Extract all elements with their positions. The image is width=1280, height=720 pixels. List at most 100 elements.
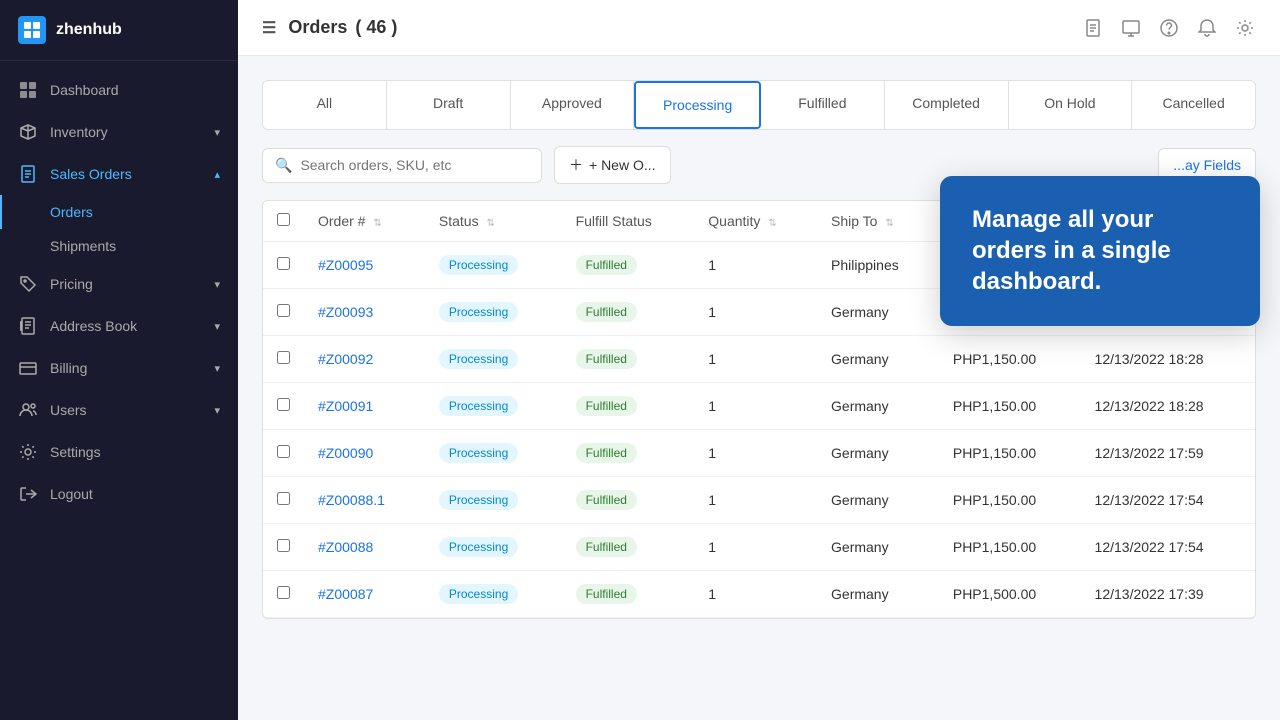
status-badge-0: Processing [439, 255, 518, 275]
status-badge-1: Processing [439, 302, 518, 322]
col-quantity[interactable]: Quantity ⇅ [694, 201, 817, 242]
help-icon[interactable] [1158, 17, 1180, 39]
row-checkbox-1[interactable] [277, 304, 290, 317]
sidebar-item-users[interactable]: Users ▾ [0, 389, 238, 431]
sidebar-label-pricing: Pricing [50, 276, 93, 292]
cell-qty-2: 1 [694, 336, 817, 383]
cell-fulfill-2: Fulfilled [562, 336, 695, 383]
sidebar-item-inventory[interactable]: Inventory ▾ [0, 111, 238, 153]
chevron-down-icon-billing: ▾ [214, 362, 220, 375]
col-order-num[interactable]: Order # ⇅ [304, 201, 425, 242]
search-icon: 🔍 [275, 157, 292, 174]
cell-price-4: PHP1,150.00 [939, 430, 1081, 477]
row-checkbox-7[interactable] [277, 586, 290, 599]
sidebar-item-dashboard[interactable]: Dashboard [0, 69, 238, 111]
cell-created-3: 12/13/2022 18:28 [1081, 383, 1255, 430]
order-link-4[interactable]: #Z00090 [318, 445, 373, 461]
box-icon [18, 122, 38, 142]
col-status[interactable]: Status ⇅ [425, 201, 562, 242]
tab-on-hold[interactable]: On Hold [1009, 81, 1133, 129]
document-icon[interactable] [1082, 17, 1104, 39]
page-title-area: ☰ Orders ( 46 ) [262, 17, 397, 38]
order-count-badge: ( 46 ) [355, 17, 397, 38]
table-row: #Z00091 Processing Fulfilled 1 Germany P… [263, 383, 1255, 430]
order-link-5[interactable]: #Z00088.1 [318, 492, 385, 508]
row-checkbox-2[interactable] [277, 351, 290, 364]
cell-created-4: 12/13/2022 17:59 [1081, 430, 1255, 477]
cell-status-2: Processing [425, 336, 562, 383]
cell-fulfill-5: Fulfilled [562, 477, 695, 524]
tab-approved[interactable]: Approved [511, 81, 635, 129]
fulfill-badge-1: Fulfilled [576, 302, 637, 322]
cell-order-num-0: #Z00095 [304, 242, 425, 289]
cell-price-3: PHP1,150.00 [939, 383, 1081, 430]
row-checkbox-cell-5 [263, 477, 304, 524]
gear-icon[interactable] [1234, 17, 1256, 39]
select-all-checkbox[interactable] [277, 213, 290, 226]
order-link-0[interactable]: #Z00095 [318, 257, 373, 273]
status-badge-5: Processing [439, 490, 518, 510]
sidebar-label-inventory: Inventory [50, 124, 108, 140]
tag-icon [18, 274, 38, 294]
fulfill-badge-3: Fulfilled [576, 396, 637, 416]
cell-qty-1: 1 [694, 289, 817, 336]
order-link-2[interactable]: #Z00092 [318, 351, 373, 367]
chevron-down-icon-pricing: ▾ [214, 278, 220, 291]
tab-cancelled[interactable]: Cancelled [1132, 81, 1255, 129]
sort-icon-status: ⇅ [486, 218, 494, 229]
row-checkbox-3[interactable] [277, 398, 290, 411]
order-link-7[interactable]: #Z00087 [318, 586, 373, 602]
grid-icon [18, 80, 38, 100]
main-content: ☰ Orders ( 46 ) [238, 0, 1280, 720]
logo[interactable]: zhenhub [0, 0, 238, 61]
plus-icon: ＋ [569, 155, 583, 175]
tab-draft[interactable]: Draft [387, 81, 511, 129]
table-row: #Z00088.1 Processing Fulfilled 1 Germany… [263, 477, 1255, 524]
cell-ship-6: Germany [817, 524, 939, 571]
screen-icon[interactable] [1120, 17, 1142, 39]
sidebar-label-users: Users [50, 402, 87, 418]
order-link-1[interactable]: #Z00093 [318, 304, 373, 320]
row-checkbox-4[interactable] [277, 445, 290, 458]
sidebar-item-logout[interactable]: Logout [0, 473, 238, 515]
tab-completed[interactable]: Completed [885, 81, 1009, 129]
col-ship-to[interactable]: Ship To ⇅ [817, 201, 939, 242]
sidebar-item-orders[interactable]: Orders [0, 195, 238, 229]
tab-fulfilled[interactable]: Fulfilled [761, 81, 885, 129]
sidebar-item-pricing[interactable]: Pricing ▾ [0, 263, 238, 305]
status-badge-3: Processing [439, 396, 518, 416]
tab-processing[interactable]: Processing [634, 81, 761, 129]
chevron-down-icon: ▾ [214, 126, 220, 139]
chevron-down-icon-address: ▾ [214, 320, 220, 333]
notification-icon[interactable] [1196, 17, 1218, 39]
sidebar-item-address-book[interactable]: Address Book ▾ [0, 305, 238, 347]
sidebar-item-shipments[interactable]: Shipments [0, 229, 238, 263]
cell-qty-0: 1 [694, 242, 817, 289]
fulfill-badge-6: Fulfilled [576, 537, 637, 557]
row-checkbox-cell-6 [263, 524, 304, 571]
row-checkbox-5[interactable] [277, 492, 290, 505]
order-link-6[interactable]: #Z00088 [318, 539, 373, 555]
sidebar-item-settings[interactable]: Settings [0, 431, 238, 473]
chevron-down-icon-users: ▾ [214, 404, 220, 417]
row-checkbox-6[interactable] [277, 539, 290, 552]
row-checkbox-0[interactable] [277, 257, 290, 270]
sidebar-label-address-book: Address Book [50, 318, 137, 334]
credit-icon [18, 358, 38, 378]
search-container: 🔍 [262, 148, 542, 183]
row-checkbox-cell-0 [263, 242, 304, 289]
search-input[interactable] [300, 157, 529, 173]
fulfill-badge-0: Fulfilled [576, 255, 637, 275]
sidebar-item-billing[interactable]: Billing ▾ [0, 347, 238, 389]
order-link-3[interactable]: #Z00091 [318, 398, 373, 414]
fulfill-badge-5: Fulfilled [576, 490, 637, 510]
cell-status-5: Processing [425, 477, 562, 524]
tab-all[interactable]: All [263, 81, 387, 129]
sidebar-label-shipments: Shipments [50, 238, 116, 254]
new-order-button[interactable]: ＋ + New O... [554, 146, 671, 184]
status-badge-7: Processing [439, 584, 518, 604]
sidebar-item-sales-orders[interactable]: Sales Orders ▴ [0, 153, 238, 195]
table-row: #Z00087 Processing Fulfilled 1 Germany P… [263, 571, 1255, 618]
topbar-actions [1082, 17, 1256, 39]
cell-order-num-7: #Z00087 [304, 571, 425, 618]
